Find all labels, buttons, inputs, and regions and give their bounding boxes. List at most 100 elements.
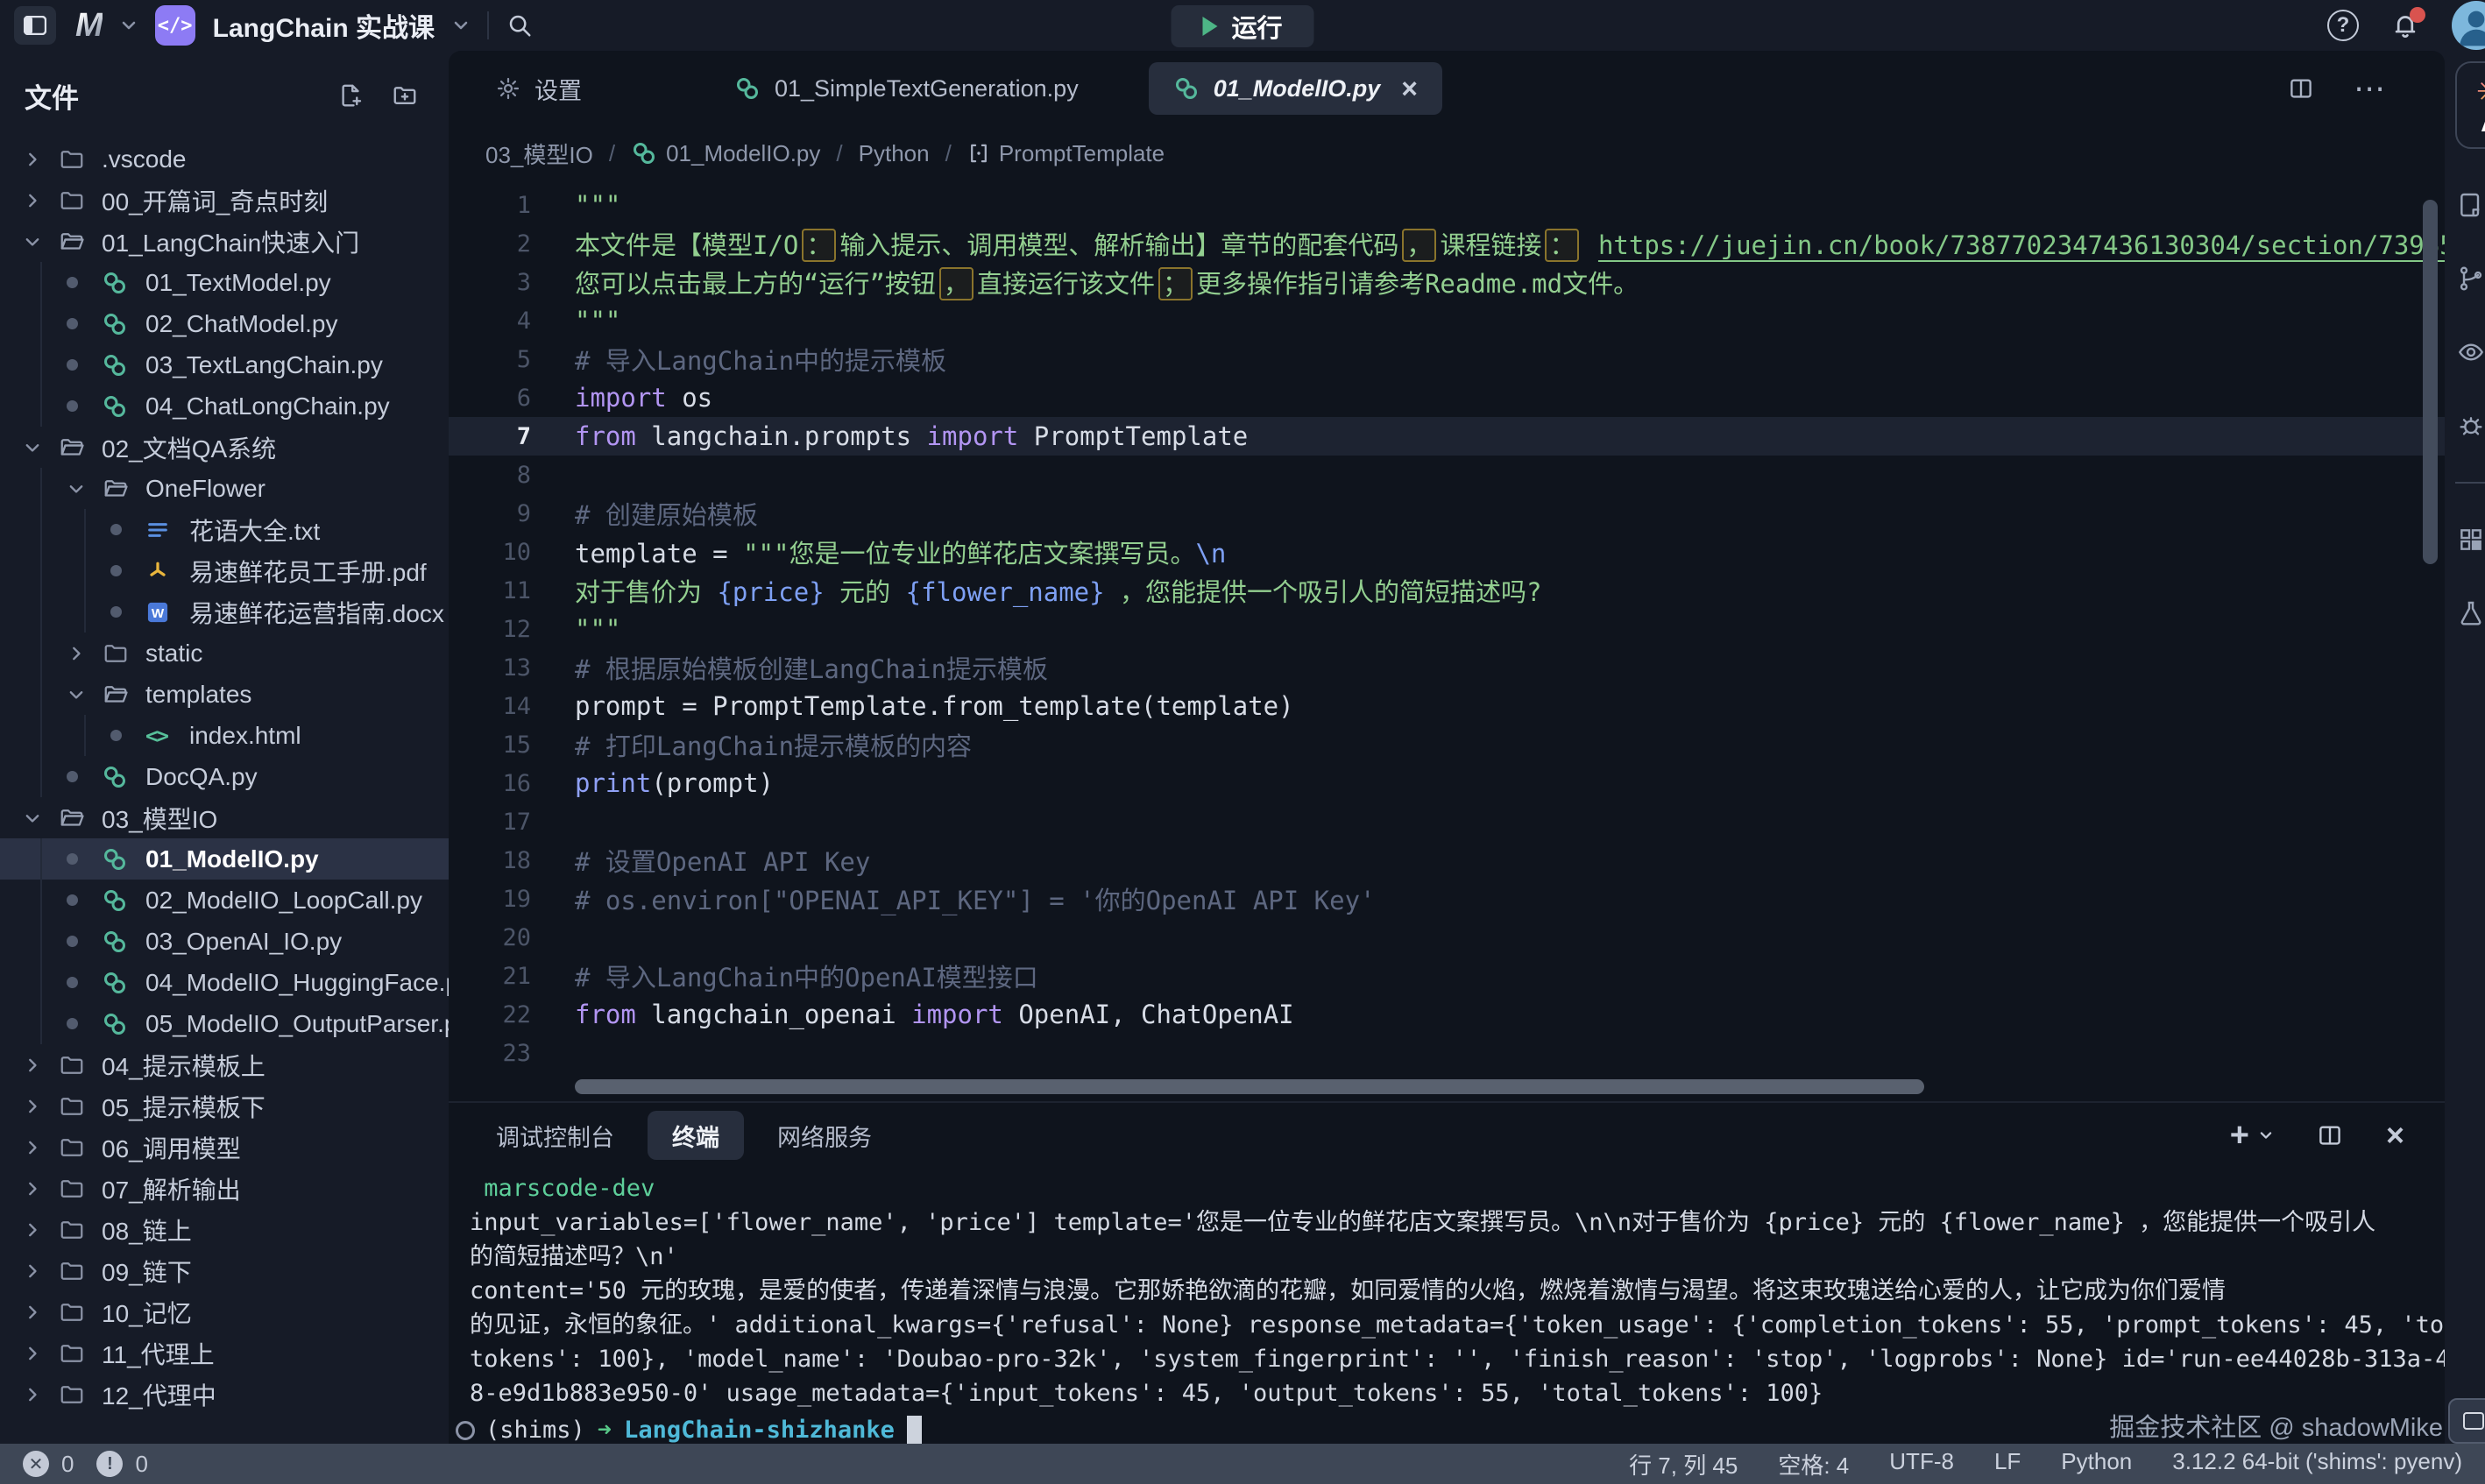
panel-tab-网络服务[interactable]: 网络服务: [753, 1111, 896, 1160]
flask-icon[interactable]: [2457, 596, 2485, 631]
code-line-8[interactable]: 8: [449, 456, 2445, 494]
tree-folder-05_提示模板下[interactable]: 05_提示模板下: [0, 1085, 449, 1127]
code-line-3[interactable]: 3您可以点击最上方的“运行”按钮，直接运行该文件；更多操作指引请参考Readme…: [449, 263, 2445, 301]
tree-folder-07_解析输出[interactable]: 07_解析输出: [0, 1168, 449, 1209]
ai-assistant-icon[interactable]: ✳A: [2455, 61, 2485, 149]
tree-file-index.html[interactable]: <>index.html: [0, 715, 449, 756]
code-line-7[interactable]: 7from langchain.prompts import PromptTem…: [449, 417, 2445, 456]
tree-folder-08_链上[interactable]: 08_链上: [0, 1209, 449, 1250]
tree-folder-06_调用模型[interactable]: 06_调用模型: [0, 1127, 449, 1168]
new-file-icon[interactable]: [338, 82, 365, 109]
code-line-21[interactable]: 21# 导入LangChain中的OpenAI模型接口: [449, 957, 2445, 995]
statusbar-item[interactable]: LF: [1994, 1448, 2021, 1480]
split-panel-icon[interactable]: [2316, 1122, 2344, 1148]
tree-file-易速鲜花运营指南.docx[interactable]: W易速鲜花运营指南.docx: [0, 591, 449, 632]
tree-file-05_ModelIO_OutputParser.py[interactable]: 05_ModelIO_OutputParser.py: [0, 1003, 449, 1044]
split-editor-icon[interactable]: [2287, 75, 2315, 102]
floating-panel-button[interactable]: [2448, 1398, 2485, 1444]
tree-file-DocQA.py[interactable]: DocQA.py: [0, 756, 449, 797]
code-line-13[interactable]: 13# 根据原始模板创建LangChain提示模板: [449, 648, 2445, 687]
code-line-17[interactable]: 17: [449, 802, 2445, 841]
tree-file-易速鲜花员工手册.pdf[interactable]: 易速鲜花员工手册.pdf: [0, 550, 449, 591]
code-line-22[interactable]: 22from langchain_openai import OpenAI, C…: [449, 995, 2445, 1034]
panel-tab-调试控制台[interactable]: 调试控制台: [471, 1111, 639, 1160]
code-line-6[interactable]: 6import os: [449, 378, 2445, 417]
avatar[interactable]: [2452, 1, 2485, 50]
tree-folder-02_文档QA系统[interactable]: 02_文档QA系统: [0, 427, 449, 468]
tree-folder-templates[interactable]: templates: [0, 674, 449, 715]
more-actions-icon[interactable]: ⋯: [2354, 70, 2387, 107]
code-line-12[interactable]: 12""": [449, 610, 2445, 648]
warnings-count[interactable]: 0: [135, 1451, 147, 1478]
breadcrumb-item-Python[interactable]: Python: [859, 140, 930, 167]
errors-count[interactable]: 0: [61, 1451, 74, 1478]
new-folder-icon[interactable]: [391, 82, 419, 109]
breadcrumb-item-01_ModelIO.py[interactable]: 01_ModelIO.py: [631, 140, 820, 167]
tree-folder-static[interactable]: static: [0, 632, 449, 674]
tree-file-04_ModelIO_HuggingFace.py[interactable]: 04_ModelIO_HuggingFace.py: [0, 962, 449, 1003]
code-line-14[interactable]: 14prompt = PromptTemplate.from_template(…: [449, 687, 2445, 725]
vertical-scrollbar[interactable]: [2423, 200, 2438, 564]
tree-file-花语大全.txt[interactable]: 花语大全.txt: [0, 509, 449, 550]
warnings-icon[interactable]: !: [96, 1451, 123, 1477]
search-icon[interactable]: [506, 12, 533, 39]
tree-folder-03_模型IO[interactable]: 03_模型IO: [0, 797, 449, 838]
code-line-19[interactable]: 19# os.environ["OPENAI_API_KEY"] = '你的Op…: [449, 880, 2445, 918]
code-line-20[interactable]: 20: [449, 918, 2445, 957]
tree-folder-10_记忆[interactable]: 10_记忆: [0, 1291, 449, 1332]
code-line-9[interactable]: 9# 创建原始模板: [449, 494, 2445, 533]
breadcrumb-item-PromptTemplate[interactable]: PromptTemplate: [967, 140, 1165, 167]
course-link[interactable]: https://juejin.cn/book/73877023474361303…: [1598, 230, 2445, 260]
code-line-1[interactable]: 1""": [449, 186, 2445, 224]
branch-icon[interactable]: [2457, 261, 2485, 296]
code-line-11[interactable]: 11对于售价为 {price} 元的 {flower_name} ，您能提供一个…: [449, 571, 2445, 610]
statusbar-item[interactable]: 行 7, 列 45: [1629, 1448, 1738, 1480]
tree-file-01_ModelIO.py[interactable]: 01_ModelIO.py: [0, 838, 449, 880]
bug-icon[interactable]: [2457, 408, 2485, 443]
tree-file-04_ChatLongChain.py[interactable]: 04_ChatLongChain.py: [0, 385, 449, 427]
statusbar-item[interactable]: UTF-8: [1889, 1448, 1954, 1480]
terminal-chevron-down-icon[interactable]: [2258, 1130, 2274, 1141]
code-line-2[interactable]: 2本文件是【模型I/O：输入提示、调用模型、解析输出】章节的配套代码，课程链接：…: [449, 224, 2445, 263]
tab-设置[interactable]: 设置: [471, 62, 606, 115]
code-line-5[interactable]: 5# 导入LangChain中的提示模板: [449, 340, 2445, 378]
run-button[interactable]: 运行: [1171, 5, 1313, 47]
statusbar-item[interactable]: 空格: 4: [1778, 1448, 1849, 1480]
tree-folder-OneFlower[interactable]: OneFlower: [0, 468, 449, 509]
tree-file-01_TextModel.py[interactable]: 01_TextModel.py: [0, 262, 449, 303]
tab-01_ModelIO.py[interactable]: 01_ModelIO.py×: [1149, 62, 1442, 115]
eye-icon[interactable]: [2457, 335, 2485, 370]
new-doc-icon[interactable]: [2457, 187, 2485, 223]
close-panel-icon[interactable]: ×: [2386, 1120, 2404, 1151]
tree-folder-00_开篇词_奇点时刻[interactable]: 00_开篇词_奇点时刻: [0, 180, 449, 221]
tree-file-02_ChatModel.py[interactable]: 02_ChatModel.py: [0, 303, 449, 344]
new-terminal-button[interactable]: +: [2230, 1119, 2274, 1152]
code-line-4[interactable]: 4""": [449, 301, 2445, 340]
sidebar-toggle-button[interactable]: [14, 6, 56, 45]
help-icon[interactable]: ?: [2327, 10, 2359, 41]
code-line-23[interactable]: 23: [449, 1034, 2445, 1072]
terminal[interactable]: marscode-devinput_variables=['flower_nam…: [449, 1168, 2445, 1444]
tree-folder-12_代理中[interactable]: 12_代理中: [0, 1374, 449, 1415]
workspace-chevron-down-icon[interactable]: [120, 19, 138, 32]
tree-file-03_TextLangChain.py[interactable]: 03_TextLangChain.py: [0, 344, 449, 385]
tree-file-02_ModelIO_LoopCall.py[interactable]: 02_ModelIO_LoopCall.py: [0, 880, 449, 921]
statusbar-item[interactable]: 3.12.2 64-bit ('shims': pyenv): [2172, 1448, 2462, 1480]
horizontal-scrollbar[interactable]: [575, 1079, 1924, 1094]
errors-icon[interactable]: ✕: [23, 1451, 49, 1477]
statusbar-item[interactable]: Python: [2061, 1448, 2132, 1480]
tree-folder-09_链下[interactable]: 09_链下: [0, 1250, 449, 1291]
tree-folder-.vscode[interactable]: .vscode: [0, 138, 449, 180]
breadcrumb-item-03_模型IO[interactable]: 03_模型IO: [485, 138, 593, 170]
tree-folder-01_LangChain快速入门[interactable]: 01_LangChain快速入门: [0, 221, 449, 262]
tree-folder-11_代理上[interactable]: 11_代理上: [0, 1332, 449, 1374]
notifications-bell-icon[interactable]: [2390, 11, 2420, 40]
code-line-15[interactable]: 15# 打印LangChain提示模板的内容: [449, 725, 2445, 764]
code-line-16[interactable]: 16print(prompt): [449, 764, 2445, 802]
tree-folder-04_提示模板上[interactable]: 04_提示模板上: [0, 1044, 449, 1085]
project-chevron-down-icon[interactable]: [452, 19, 470, 32]
close-tab-icon[interactable]: ×: [1401, 74, 1418, 102]
tree-file-03_OpenAI_IO.py[interactable]: 03_OpenAI_IO.py: [0, 921, 449, 962]
grid-icon[interactable]: [2457, 522, 2485, 557]
code-line-18[interactable]: 18# 设置OpenAI API Key: [449, 841, 2445, 880]
